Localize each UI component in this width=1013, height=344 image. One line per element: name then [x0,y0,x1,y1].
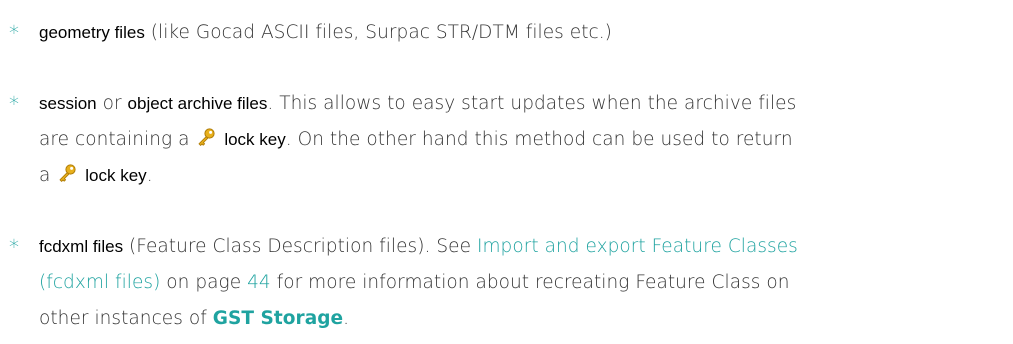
text-segment: (Feature Class Description files). See [129,236,472,257]
text-line: are containing a lock key. On the other … [39,122,1007,158]
text-segment: . [343,308,350,329]
bullet-marker: * [9,92,19,116]
term-fcdxml-files: fcdxml files [39,237,124,256]
term-object-archive-files: object archive files [127,94,268,113]
list-item-session-archive: * session or object archive files. This … [0,86,1013,194]
bullet-marker: * [9,235,19,259]
text-or: or [96,93,128,114]
text-segment: . [146,165,153,186]
key-icon [57,163,77,183]
list-item-text: fcdxml files (Feature Class Description … [39,229,1007,337]
text-segment: are containing a [39,129,190,150]
item-description: (like Gocad ASCII files, Surpac STR/DTM … [150,22,612,43]
text-segment: a [39,165,51,186]
list-item-text: session or object archive files. This al… [39,86,1007,194]
text-segment: . This allows to easy start updates when… [267,93,797,114]
product-name: GST Storage [212,308,344,329]
term-session: session [39,94,97,113]
term-lock-key: lock key [85,166,147,185]
text-line: other instances of GST Storage. [39,301,1007,337]
link-import-export-feature-classes[interactable]: Import and export Feature Classes [477,236,798,257]
term-lock-key: lock key [224,130,286,149]
list-item-text: geometry files (like Gocad ASCII files, … [39,15,1007,51]
text-segment: other instances of [39,308,213,329]
text-segment: for more information about recreating Fe… [270,272,790,293]
term-geometry-files: geometry files [39,23,145,42]
text-segment: . On the other hand this method can be u… [285,129,793,150]
key-icon [196,127,216,147]
link-import-export-feature-classes-cont[interactable]: (fcdxml files) [39,272,160,293]
list-item-geometry-files: * geometry files (like Gocad ASCII files… [0,15,1013,51]
text-line: geometry files (like Gocad ASCII files, … [39,15,1007,51]
bullet-marker: * [9,21,19,45]
text-line: session or object archive files. This al… [39,86,1007,122]
list-item-fcdxml-files: * fcdxml files (Feature Class Descriptio… [0,229,1013,337]
text-line: fcdxml files (Feature Class Description … [39,229,1007,265]
text-line: a lock key. [39,158,1007,194]
text-line: (fcdxml files) on page 44 for more infor… [39,265,1007,301]
text-on-page: on page [160,272,248,293]
link-page-number[interactable]: 44 [247,272,271,293]
